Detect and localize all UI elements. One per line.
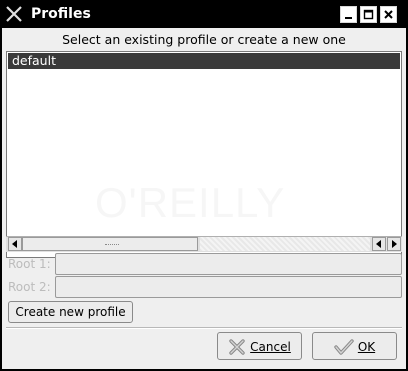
maximize-icon (363, 9, 374, 20)
minimize-button[interactable] (340, 6, 357, 23)
oreilly-watermark: O'REILLY (95, 179, 286, 226)
profile-list-item-default[interactable]: default (8, 53, 400, 69)
close-icon (384, 10, 393, 19)
scroll-left-button-secondary[interactable] (372, 237, 386, 251)
minimize-icon (345, 17, 352, 19)
button-separator (6, 327, 402, 329)
window-title: Profiles (31, 6, 91, 22)
arrow-left-icon (12, 240, 17, 248)
root2-label: Root 2: (8, 280, 51, 294)
ok-button[interactable]: OK (312, 332, 397, 360)
root1-field[interactable] (55, 253, 402, 275)
ok-button-label: OK (357, 340, 376, 354)
arrow-right-icon (392, 240, 397, 248)
dialog-content: Select an existing profile or create a n… (2, 28, 406, 369)
title-bar[interactable]: Profiles (0, 0, 408, 29)
scrollbar-thumb[interactable] (22, 237, 198, 251)
arrow-left-icon (376, 240, 381, 248)
maximize-button[interactable] (360, 6, 377, 23)
dialog-instructions: Select an existing profile or create a n… (62, 32, 346, 47)
root2-field[interactable] (55, 276, 402, 298)
scroll-right-button[interactable] (387, 237, 401, 251)
scroll-left-button[interactable] (8, 237, 22, 251)
cancel-button[interactable]: Cancel (217, 332, 302, 360)
scrollbar-grip-icon (105, 244, 119, 246)
checkmark-icon (334, 339, 354, 355)
close-button[interactable] (380, 6, 397, 23)
cancel-button-label: Cancel (250, 340, 291, 354)
root1-label: Root 1: (8, 257, 51, 271)
x-app-icon[interactable] (6, 6, 22, 22)
cancel-x-icon (229, 339, 245, 355)
horizontal-scrollbar[interactable] (6, 236, 402, 252)
profile-list[interactable]: default O'REILLY (6, 51, 402, 258)
create-new-profile-button[interactable]: Create new profile (8, 301, 133, 323)
profiles-window: Profiles Select an existing profile or c… (0, 0, 408, 371)
scrollbar-track[interactable] (200, 237, 370, 251)
